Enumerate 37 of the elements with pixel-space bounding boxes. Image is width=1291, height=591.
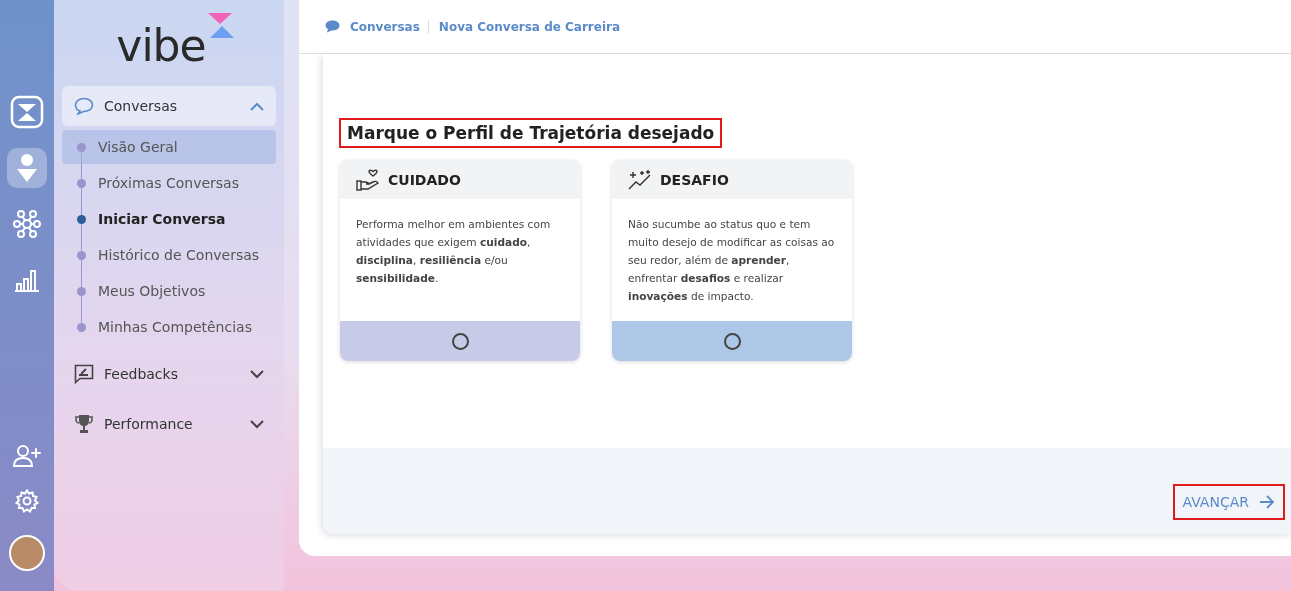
card-description: Não sucumbe ao status quo e tem muito desejo de modificar as coisas ao seu redor, além de aprender, enfrentar desafios e realizar inovações de impacto. <box>612 199 852 321</box>
vibe-logo: vibe <box>116 24 206 68</box>
nav-group[interactable]: Conversas <box>62 86 276 126</box>
nav-group[interactable]: Performance <box>62 404 276 444</box>
nav-item[interactable]: Visão Geral <box>62 130 276 164</box>
nav-item[interactable]: Próximas Conversas <box>62 166 276 200</box>
card-title: CUIDADO <box>388 171 461 188</box>
chevron-down-icon <box>250 419 264 429</box>
chevron-up-icon <box>250 101 264 111</box>
nav-group[interactable]: Feedbacks <box>62 354 276 394</box>
settings-icon[interactable] <box>15 489 39 513</box>
section-title: Marque o Perfil de Trajetória desejado <box>339 118 723 148</box>
chevron-down-icon <box>250 369 264 379</box>
arrow-right-icon <box>1259 495 1275 509</box>
breadcrumb-link[interactable]: Nova Conversa de Carreira <box>438 19 629 34</box>
feedback-icon <box>74 364 94 384</box>
nav-item[interactable]: Minhas Competências <box>62 310 276 344</box>
sparkle-trend-icon <box>628 168 652 191</box>
radio-button[interactable] <box>723 332 741 350</box>
trophy-icon <box>74 414 94 434</box>
nav-item[interactable]: Iniciar Conversa <box>62 202 276 236</box>
chat-bubble-icon <box>74 97 94 115</box>
network-icon[interactable] <box>12 209 42 239</box>
radio-button[interactable] <box>451 332 469 350</box>
bar-chart-icon[interactable] <box>14 268 40 292</box>
nav-item[interactable]: Histórico de Conversas <box>62 238 276 272</box>
hand-heart-icon <box>356 168 380 191</box>
breadcrumb-link[interactable]: Conversas <box>350 19 429 34</box>
user-avatar[interactable] <box>9 535 45 571</box>
chat-bubble-icon <box>325 20 340 33</box>
card-title: DESAFIO <box>660 171 729 188</box>
ai-person-icon[interactable] <box>14 153 40 183</box>
add-user-icon[interactable] <box>13 445 41 467</box>
next-button[interactable]: AVANÇAR <box>1172 484 1285 520</box>
nav-item[interactable]: Meus Objetivos <box>62 274 276 308</box>
hourglass-logo-icon[interactable] <box>10 95 44 129</box>
card-description: Performa melhor em ambientes com atividades que exigem cuidado, disciplina, resiliência e/ou sensibilidade. <box>340 199 580 321</box>
